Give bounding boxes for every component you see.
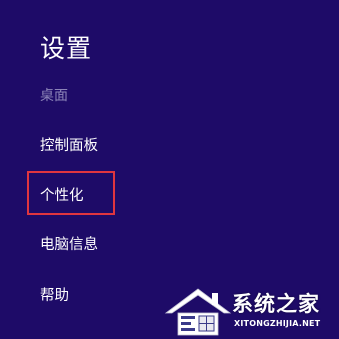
pc-info-link[interactable]: 电脑信息 bbox=[40, 235, 98, 255]
watermark-url: XITONGZHIJIA.NET bbox=[234, 319, 321, 328]
settings-context-label: 桌面 bbox=[40, 88, 68, 104]
watermark: 系统之家 XITONGZHIJIA.NET bbox=[162, 283, 339, 339]
control-panel-link[interactable]: 控制面板 bbox=[40, 136, 98, 156]
highlight-box bbox=[27, 171, 115, 215]
settings-title: 设置 bbox=[40, 34, 93, 63]
watermark-name: 系统之家 bbox=[232, 292, 320, 316]
help-link[interactable]: 帮助 bbox=[40, 286, 69, 306]
house-logo-icon bbox=[164, 288, 232, 336]
